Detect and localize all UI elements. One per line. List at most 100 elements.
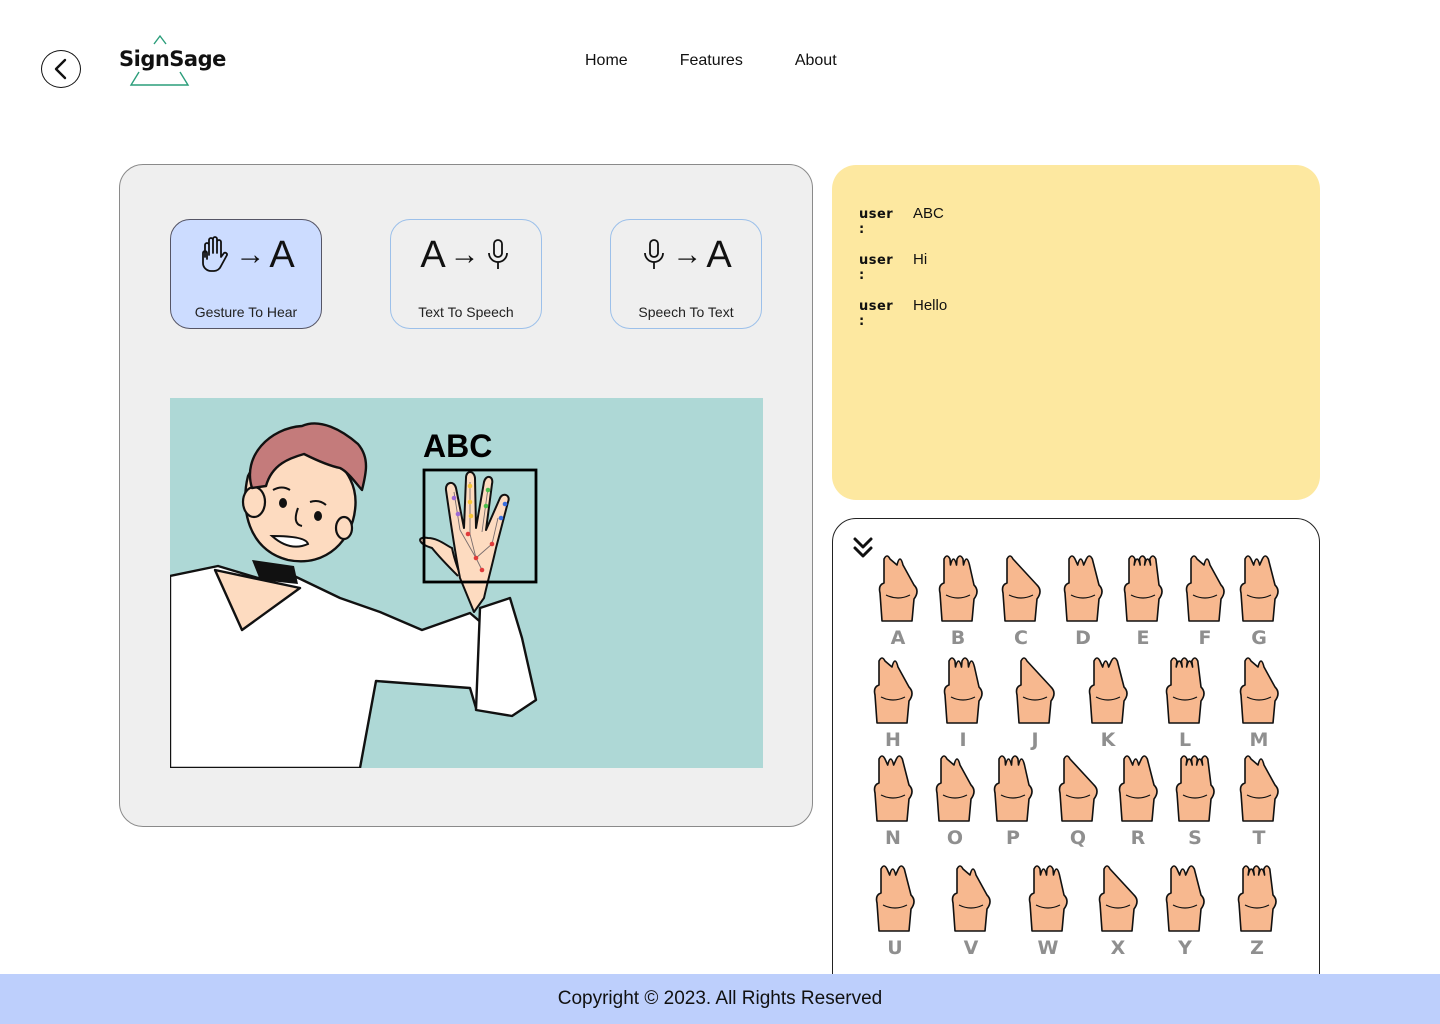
sign-letter: J [1031,729,1039,751]
hand-sign-icon [1165,657,1205,724]
logo-text: SignSage [119,47,226,71]
logo[interactable]: SignSage [117,34,226,90]
sign-letter: S [1188,827,1202,849]
back-button[interactable] [41,50,81,88]
sign-item: U [865,859,925,959]
hand-sign-icon [943,657,983,724]
sign-letter: A [890,627,906,649]
sign-item: V [941,859,1001,959]
hand-sign-icon [1063,555,1103,622]
hand-shape [1175,755,1215,822]
sign-item: R [1108,749,1168,849]
sign-letter: V [963,937,979,959]
nav-features[interactable]: Features [680,52,743,70]
hand-sign-icon [1123,555,1163,622]
sign-letter: T [1252,827,1266,849]
chat-message: user : Hello [859,297,947,329]
sign-item: O [925,749,985,849]
mode-to-text: A [269,233,295,276]
hand-shape [1165,657,1205,724]
sign-letter: U [887,937,903,959]
hand-shape [878,555,918,622]
hand-shape [873,657,913,724]
hand-sign-icon [878,555,918,622]
sign-letter: W [1037,937,1059,959]
hand-shape [1239,657,1279,724]
microphone-icon [644,239,665,269]
hand-sign-icon [1165,865,1205,932]
hand-sign-icon [1098,865,1138,932]
arrow-right-icon: → [449,238,480,271]
hand-sign-icon [1118,755,1158,822]
mode-label: Text To Speech [418,304,514,320]
microphone-icon [487,239,508,269]
nav-home[interactable]: Home [585,52,628,70]
sign-item: H [863,651,923,751]
hand-sign-icon [938,555,978,622]
hand-sign-icon [1239,555,1279,622]
hand-shape [1028,865,1068,932]
sign-letter: D [1075,627,1091,649]
hand-shape [1165,865,1205,932]
sign-letter: X [1110,937,1126,959]
sign-item: B [928,549,988,649]
sign-letter: K [1100,729,1116,751]
sign-item: J [1005,651,1065,751]
conversation-panel: user : ABC user : Hi user : Hello [832,165,1320,500]
hand-sign-icon [873,755,913,822]
hand-shape [1239,555,1279,622]
hand-sign-icon [993,755,1033,822]
sign-alphabet-panel: A B C D E F G H I J K L M N O P Q R S T U V W X Y Z [832,518,1320,998]
mode-gesture-to-hear[interactable]: → A Gesture To Hear [170,219,322,329]
sign-item: M [1229,651,1289,751]
chat-message: user : Hi [859,251,927,283]
sign-letter: G [1251,627,1267,649]
main-nav: Home Features About [585,52,837,70]
sign-item: W [1018,859,1078,959]
hand-sign-icon [873,657,913,724]
chevron-left-icon [54,58,67,80]
hand-shape [1058,755,1098,822]
message-sender: user : [859,299,894,329]
camera-view: ABC [170,398,763,768]
translator-panel: → A Gesture To Hear A → Text To Speech →… [119,164,813,827]
hand-sign-icon [1239,657,1279,724]
sign-item: I [933,651,993,751]
sign-item: A [868,549,928,649]
mode-label: Gesture To Hear [194,304,298,320]
page: SignSage Home Features About → A Gesture… [0,0,1440,1024]
sign-item: L [1155,651,1215,751]
nav-about[interactable]: About [795,52,837,70]
sign-letter: R [1130,827,1146,849]
footer: Copyright © 2023. All Rights Reserved [0,974,1440,1024]
message-text: ABC [913,205,944,222]
sign-letter: I [959,729,967,751]
sign-item: Q [1048,749,1108,849]
sign-item: P [983,749,1043,849]
hand-sign-icon [1015,657,1055,724]
hand-icon [202,236,229,272]
mode-text-to-speech[interactable]: A → Text To Speech [390,219,542,329]
sign-item: Y [1155,859,1215,959]
sign-letter: Q [1069,827,1087,849]
sign-item: X [1088,859,1148,959]
message-sender: user : [859,207,894,237]
mode-to-text: A [706,233,732,276]
hand-sign-icon [1088,657,1128,724]
sign-item: S [1165,749,1225,849]
sign-letter: Y [1178,937,1192,959]
mode-from-text: A [420,233,446,276]
message-sender: user : [859,253,894,283]
sign-item: Z [1227,859,1287,959]
hand-sign-icon [1239,755,1279,822]
hand-shape [875,865,915,932]
hand-shape [1063,555,1103,622]
sign-item: T [1229,749,1289,849]
sign-item: F [1175,549,1235,649]
arrow-right-icon: → [235,238,266,271]
mode-speech-to-text[interactable]: → A Speech To Text [610,219,762,329]
hand-sign-icon [1237,865,1277,932]
sign-letter: F [1198,627,1212,649]
arrow-right-icon: → [672,238,703,271]
mode-glyphs: → A [640,233,732,276]
